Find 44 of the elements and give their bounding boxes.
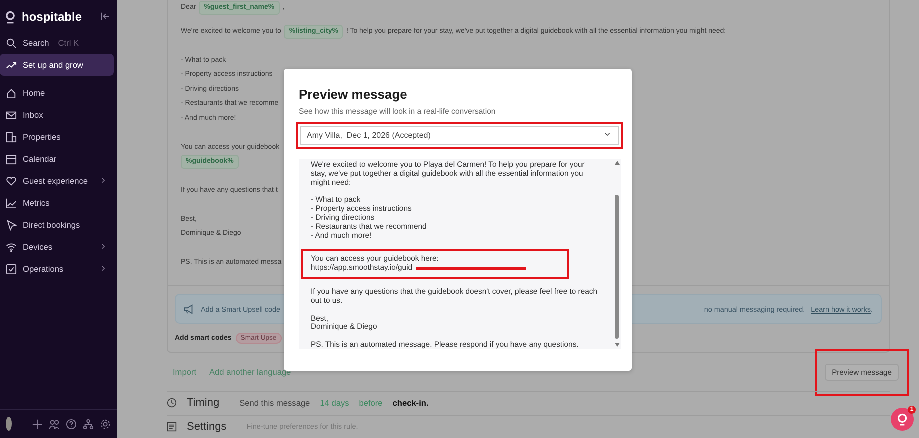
sidebar-item[interactable]: Direct bookings xyxy=(0,214,114,236)
sidebar-item[interactable]: Calendar xyxy=(0,148,114,170)
dialog-title: Preview message xyxy=(299,87,408,102)
section-title: Timing xyxy=(187,397,220,410)
calendar-icon xyxy=(6,154,17,164)
reservation-select[interactable]: Amy Villa, Dec 1, 2026 (Accepted) xyxy=(300,126,619,145)
list-icon xyxy=(167,422,177,432)
checkbox-icon xyxy=(6,264,17,274)
sidebar-item[interactable]: Set up and grow xyxy=(0,54,114,76)
clock-icon xyxy=(167,398,177,408)
settings-icon xyxy=(100,418,111,430)
wifi-icon xyxy=(6,242,17,252)
sidebar-item[interactable]: Home xyxy=(0,82,114,104)
brand-name: hospitable xyxy=(22,10,82,24)
sidebar-item[interactable]: Devices xyxy=(0,236,114,258)
pin-icon xyxy=(4,10,17,24)
avatar[interactable] xyxy=(6,417,12,431)
sidebar-item[interactable]: Inbox xyxy=(0,104,114,126)
shortcut-hint: Ctrl K xyxy=(58,38,80,48)
search-icon xyxy=(6,38,17,48)
scroll-up-icon[interactable] xyxy=(614,161,620,165)
search-item[interactable]: Search Ctrl K xyxy=(0,32,114,54)
megaphone-icon xyxy=(184,304,195,314)
hierarchy-icon xyxy=(83,418,94,430)
trend-icon xyxy=(6,60,17,70)
scrollbar[interactable] xyxy=(613,159,621,349)
house-icon xyxy=(6,88,17,98)
sidebar-item[interactable]: Properties xyxy=(0,126,114,148)
timing-text: Send this message xyxy=(240,398,310,408)
question-icon xyxy=(66,418,77,430)
sidebar-item[interactable]: Metrics xyxy=(0,192,114,214)
people-icon xyxy=(49,418,60,430)
collapse-icon xyxy=(100,10,111,22)
section-title: Settings xyxy=(187,420,227,433)
heart-icon xyxy=(6,176,17,186)
building-icon xyxy=(6,132,17,142)
timing-text: check-in. xyxy=(392,398,429,408)
cursor-icon xyxy=(6,220,17,230)
sidebar-item[interactable]: Operations xyxy=(0,258,114,280)
envelope-icon xyxy=(6,110,17,120)
bulb-icon xyxy=(896,413,909,426)
line-chart-icon xyxy=(6,198,17,208)
scroll-down-icon[interactable] xyxy=(614,343,620,347)
sidebar-item[interactable]: Guest experience xyxy=(0,170,114,192)
